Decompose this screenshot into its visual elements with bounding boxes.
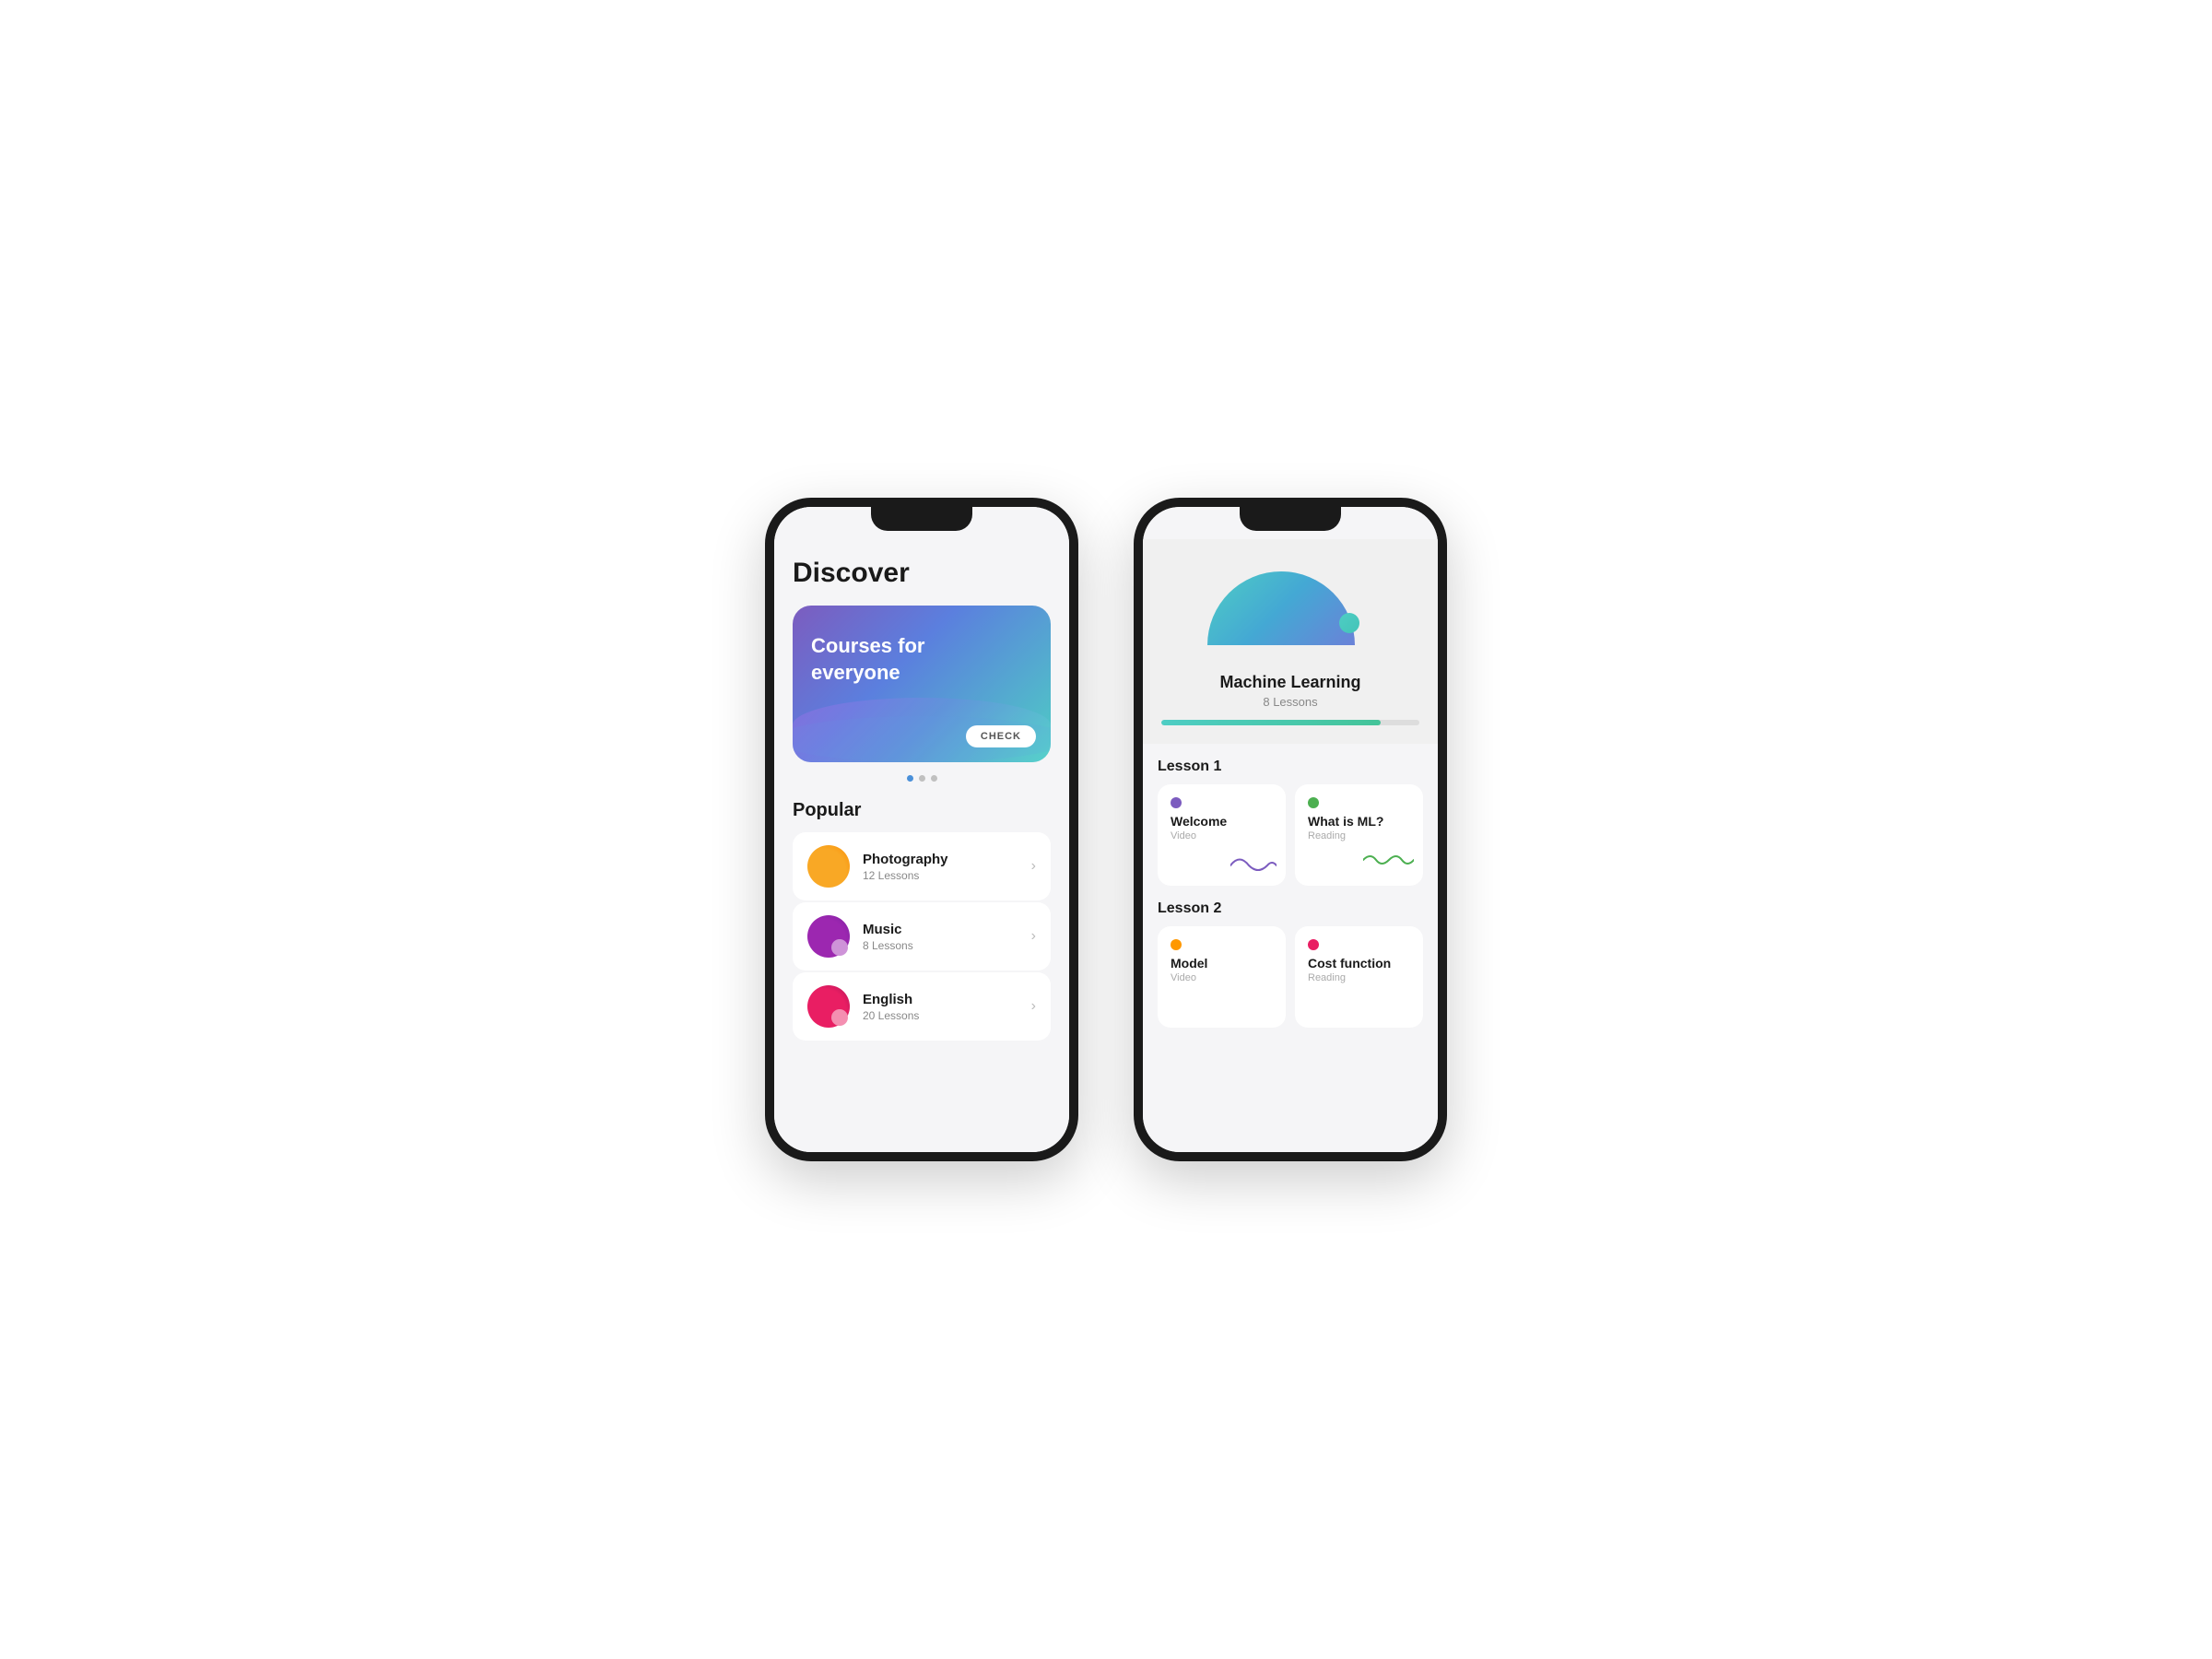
lesson-1-title: Lesson 1 [1158, 744, 1423, 784]
course-list: Photography 12 Lessons › Music 8 Lessons… [793, 832, 1051, 1041]
dot-ml [1308, 797, 1319, 808]
course-name-photography: Photography [863, 852, 1018, 867]
lesson-title-ml: What is ML? [1308, 814, 1410, 829]
course-info-music: Music 8 Lessons [863, 922, 1018, 952]
dot-3[interactable] [931, 775, 937, 782]
carousel-dots [793, 775, 1051, 782]
left-screen: Discover Courses for everyone CHECK Popu… [774, 507, 1069, 1152]
course-name-english: English [863, 992, 1018, 1007]
progress-bar-fill [1161, 720, 1381, 725]
dot-cost [1308, 939, 1319, 950]
course-info-photography: Photography 12 Lessons [863, 852, 1018, 882]
course-lessons-photography: 12 Lessons [863, 869, 1018, 882]
phone-notch-right [1240, 507, 1341, 531]
lesson-1-cards: Welcome Video What is ML? Reading [1158, 784, 1423, 886]
wave-deco-welcome [1230, 849, 1277, 877]
course-item-english[interactable]: English 20 Lessons › [793, 972, 1051, 1041]
photo-icon [807, 845, 850, 888]
right-phone: Machine Learning 8 Lessons Lesson 1 Welc… [1134, 498, 1447, 1161]
phone-notch-left [871, 507, 972, 531]
lesson-card-model[interactable]: Model Video [1158, 926, 1286, 1028]
lesson-type-cost: Reading [1308, 972, 1410, 983]
lesson-title-cost: Cost function [1308, 956, 1410, 971]
left-phone: Discover Courses for everyone CHECK Popu… [765, 498, 1078, 1161]
dot-2[interactable] [919, 775, 925, 782]
wave-deco-ml [1363, 849, 1414, 877]
detail-lessons-count: 8 Lessons [1263, 695, 1317, 709]
detail-page: Machine Learning 8 Lessons Lesson 1 Welc… [1143, 539, 1438, 1055]
course-info-english: English 20 Lessons [863, 992, 1018, 1022]
lesson-type-welcome: Video [1171, 830, 1273, 841]
english-icon [807, 985, 850, 1028]
chevron-icon-music: › [1031, 928, 1036, 945]
detail-course-name: Machine Learning [1219, 673, 1360, 692]
lesson-type-ml: Reading [1308, 830, 1410, 841]
detail-header: Machine Learning 8 Lessons [1143, 539, 1438, 744]
popular-title: Popular [793, 800, 1051, 821]
lesson-2-title: Lesson 2 [1158, 886, 1423, 926]
ml-graphic [1207, 571, 1373, 664]
detail-content: Lesson 1 Welcome Video [1143, 744, 1438, 1055]
music-icon [807, 915, 850, 958]
chevron-icon-english: › [1031, 998, 1036, 1015]
chevron-icon-photography: › [1031, 858, 1036, 875]
course-name-music: Music [863, 922, 1018, 937]
course-lessons-english: 20 Lessons [863, 1009, 1018, 1022]
dot-1[interactable] [907, 775, 913, 782]
lesson-title-welcome: Welcome [1171, 814, 1273, 829]
lesson-card-cost[interactable]: Cost function Reading [1295, 926, 1423, 1028]
right-screen: Machine Learning 8 Lessons Lesson 1 Welc… [1143, 507, 1438, 1152]
discover-title: Discover [793, 558, 1051, 589]
ml-dot [1339, 613, 1359, 633]
lesson-card-welcome[interactable]: Welcome Video [1158, 784, 1286, 886]
lesson-title-model: Model [1171, 956, 1273, 971]
ml-semicircle [1207, 571, 1355, 645]
course-lessons-music: 8 Lessons [863, 939, 1018, 952]
check-button[interactable]: CHECK [966, 725, 1036, 747]
dot-model [1171, 939, 1182, 950]
lesson-type-model: Video [1171, 972, 1273, 983]
course-item-photography[interactable]: Photography 12 Lessons › [793, 832, 1051, 900]
lesson-card-ml[interactable]: What is ML? Reading [1295, 784, 1423, 886]
dot-welcome [1171, 797, 1182, 808]
course-item-music[interactable]: Music 8 Lessons › [793, 902, 1051, 971]
hero-banner[interactable]: Courses for everyone CHECK [793, 606, 1051, 762]
discover-page: Discover Courses for everyone CHECK Popu… [774, 539, 1069, 1068]
hero-text: Courses for everyone [811, 633, 959, 686]
progress-bar [1161, 720, 1419, 725]
lesson-2-cards: Model Video Cost function Reading [1158, 926, 1423, 1028]
